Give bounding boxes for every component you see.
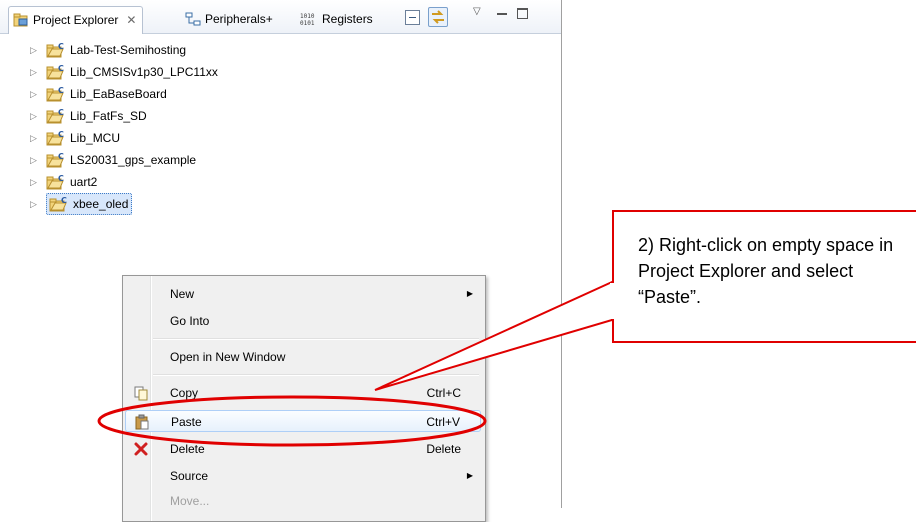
registers-icon: 1010 0101	[300, 13, 315, 26]
tree-item-content: C Lib_CMSISv1p30_LPC11xx	[46, 62, 218, 82]
svg-text:C: C	[58, 130, 64, 139]
delete-icon	[134, 442, 148, 456]
tree-item-content: Cuart2	[46, 172, 97, 192]
expand-arrow-icon[interactable]: ▷	[30, 172, 40, 192]
menu-item-go-into[interactable]: Go Into	[125, 310, 481, 332]
expand-arrow-icon[interactable]: ▷	[30, 128, 40, 148]
project-name: Lib_MCU	[70, 131, 121, 145]
peripherals-icon	[185, 12, 201, 26]
svg-text:C: C	[61, 196, 67, 205]
tree-item[interactable]: ▷ Cxbee_oled	[30, 193, 133, 215]
tab-peripherals[interactable]: Peripherals+	[185, 10, 273, 28]
menu-item-move: Move...	[125, 490, 481, 512]
c-project-folder-icon: C	[46, 108, 64, 124]
svg-text:C: C	[58, 64, 64, 73]
link-with-editor-icon[interactable]	[428, 7, 448, 27]
menu-separator	[153, 374, 479, 376]
submenu-arrow-icon: ▶	[466, 289, 473, 298]
maximize-icon[interactable]	[517, 8, 528, 19]
menu-shortcut: Delete	[426, 442, 461, 456]
tab-label: Peripherals+	[205, 12, 273, 26]
tree-item[interactable]: ▷ C LS20031_gps_example	[30, 150, 196, 170]
svg-text:C: C	[58, 152, 64, 161]
svg-text:0101: 0101	[300, 20, 315, 26]
instruction-callout: 2) Right-click on empty space in Project…	[612, 210, 916, 343]
project-name: LS20031_gps_example	[70, 153, 197, 167]
copy-icon	[134, 386, 148, 401]
context-menu: New ▶ Go Into Open in New Window Copy Ct…	[122, 275, 486, 522]
menu-item-label: Copy	[170, 386, 199, 400]
tree-item[interactable]: ▷ Cuart2	[30, 172, 97, 192]
project-name: uart2	[70, 175, 98, 189]
svg-text:1010: 1010	[300, 13, 315, 20]
svg-text:C: C	[58, 42, 64, 51]
tab-registers[interactable]: 1010 0101 Registers	[300, 10, 373, 28]
menu-shortcut: Ctrl+V	[426, 415, 460, 429]
menu-item-copy[interactable]: Copy Ctrl+C	[125, 382, 481, 404]
tree-item[interactable]: ▷ C Lib_FatFs_SD	[30, 106, 147, 126]
expand-arrow-icon[interactable]: ▷	[30, 150, 40, 170]
svg-text:C: C	[58, 86, 64, 95]
close-icon[interactable]: ✕	[126, 11, 136, 29]
paste-icon	[135, 414, 149, 430]
tree-item-content: C Lib_FatFs_SD	[46, 106, 147, 126]
menu-item-paste[interactable]: Paste Ctrl+V	[125, 410, 481, 432]
callout-text: 2) Right-click on empty space in Project…	[638, 235, 894, 307]
tree-item[interactable]: ▷ C Lib_MCU	[30, 128, 120, 148]
menu-item-label: Paste	[171, 415, 202, 429]
menu-item-label: Source	[170, 469, 209, 483]
tree-item-content: C LS20031_gps_example	[46, 150, 196, 170]
expand-arrow-icon[interactable]: ▷	[30, 106, 40, 126]
c-project-folder-icon: C	[46, 64, 64, 80]
menu-item-delete[interactable]: Delete Delete	[125, 438, 481, 460]
c-project-folder-icon: C	[46, 86, 64, 102]
project-name: Lib_FatFs_SD	[70, 109, 147, 123]
tree-item-content: C Lib_MCU	[46, 128, 120, 148]
expand-arrow-icon[interactable]: ▷	[30, 194, 40, 214]
tree-item[interactable]: ▷ C Lib_EaBaseBoard	[30, 84, 167, 104]
menu-item-label: New	[170, 287, 195, 301]
menu-item-open-in-new-window[interactable]: Open in New Window	[125, 346, 481, 368]
expand-arrow-icon[interactable]: ▷	[30, 62, 40, 82]
expand-arrow-icon[interactable]: ▷	[30, 40, 40, 60]
tree-item-content: C Lib_EaBaseBoard	[46, 84, 167, 104]
project-name: xbee_oled	[73, 197, 129, 211]
project-name: Lib_CMSISv1p30_LPC11xx	[70, 65, 218, 79]
c-project-folder-icon: C	[46, 152, 64, 168]
tab-project-explorer[interactable]: Project Explorer ✕	[8, 6, 144, 34]
tree-item-content: Cxbee_oled	[46, 193, 133, 215]
menu-separator	[153, 338, 479, 340]
collapse-all-icon[interactable]	[405, 10, 420, 25]
c-project-folder-icon: C	[46, 174, 64, 190]
view-tab-bar: Project Explorer ✕ Peripherals+ 1010 010…	[0, 0, 561, 34]
project-explorer-icon	[13, 13, 28, 27]
c-project-folder-icon: C	[49, 196, 67, 212]
c-project-folder-icon: C	[46, 42, 64, 58]
project-name: Lab-Test-Semihosting	[70, 43, 187, 57]
minimize-icon[interactable]	[495, 8, 510, 23]
tab-label: Project Explorer	[33, 13, 119, 27]
svg-text:C: C	[58, 174, 64, 183]
tree-item[interactable]: ▷ C Lib_CMSISv1p30_LPC11xx	[30, 62, 218, 82]
project-name: Lib_EaBaseBoard	[70, 87, 167, 101]
tree-item[interactable]: ▷ C Lab-Test-Semihosting	[30, 40, 186, 60]
menu-item-label: Delete	[170, 442, 205, 456]
expand-arrow-icon[interactable]: ▷	[30, 84, 40, 104]
menu-item-label: Open in New Window	[170, 350, 286, 364]
tab-label: Registers	[322, 12, 373, 26]
view-menu-icon[interactable]: ▽	[473, 6, 488, 21]
menu-item-label: Move...	[170, 494, 210, 508]
menu-item-source[interactable]: Source ▶	[125, 465, 481, 487]
menu-item-new[interactable]: New ▶	[125, 283, 481, 305]
svg-text:C: C	[58, 108, 64, 117]
submenu-arrow-icon: ▶	[466, 471, 473, 480]
menu-item-label: Go Into	[170, 314, 210, 328]
tree-item-content: C Lab-Test-Semihosting	[46, 40, 186, 60]
c-project-folder-icon: C	[46, 130, 64, 146]
menu-shortcut: Ctrl+C	[426, 386, 461, 400]
